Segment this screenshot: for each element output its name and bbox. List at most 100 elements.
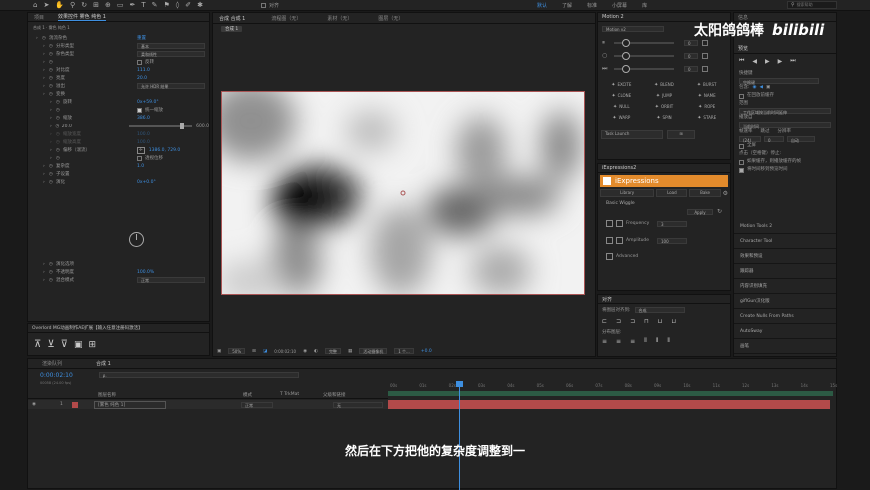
magnify-icon[interactable]: ▣	[217, 349, 221, 354]
tab-render-queue[interactable]: 渲染队列	[42, 360, 62, 367]
tab-comp1[interactable]: 合成 1	[96, 360, 111, 367]
stopwatch-icon[interactable]: ◷	[49, 68, 56, 73]
motion-slider-track[interactable]	[614, 64, 674, 73]
motion-jump-button[interactable]: ✦ JUMP	[644, 90, 685, 101]
effect-property-row[interactable]: › ◷ 湍流杂色 重置	[32, 34, 209, 42]
frequency-input[interactable]: 3	[657, 220, 687, 227]
frequency-keyframe-icon[interactable]	[606, 220, 613, 227]
distribute-right-icon[interactable]: ⦀	[667, 337, 670, 345]
resolution-select[interactable]: 自动	[787, 136, 815, 143]
stopwatch-icon[interactable]: ◷	[49, 84, 56, 89]
work-area-bar[interactable]	[388, 391, 833, 396]
iexp-settings-icon[interactable]: ⚙	[723, 190, 728, 197]
motion-null-button[interactable]: ✦ NULL	[601, 101, 642, 112]
effect-property-row[interactable]: › ◷ 缩放高度 100.0	[32, 138, 209, 146]
stopwatch-icon[interactable]: ◷	[49, 172, 56, 177]
panel-item[interactable]: 跟踪器	[734, 264, 836, 279]
preset-select[interactable]: Motion v2	[602, 26, 664, 32]
motion-slider-value[interactable]: 0	[684, 52, 698, 59]
property-checkbox[interactable]	[137, 59, 142, 65]
iexp-tab[interactable]: iExpressions2	[602, 165, 636, 171]
playhead[interactable]	[456, 381, 464, 490]
stopwatch-icon[interactable]: ◷	[56, 140, 63, 145]
zoom-tool-icon[interactable]: ⚲	[70, 1, 75, 9]
apply-button[interactable]: Apply	[686, 208, 713, 215]
zoom-select[interactable]: 50%	[228, 348, 246, 354]
first-frame-icon[interactable]: ⏮	[739, 57, 744, 65]
property-value[interactable]: 386.0	[137, 116, 150, 121]
align-right-icon[interactable]: ⊐	[630, 318, 635, 325]
motion-slider-value[interactable]: 0	[684, 39, 698, 46]
panel-item[interactable]: Character Tool	[734, 234, 836, 249]
stopwatch-icon[interactable]: ◷	[49, 278, 56, 283]
motion-spin-button[interactable]: ✦ SPIN	[644, 112, 685, 123]
motion-warp-button[interactable]: ✦ WARP	[601, 112, 642, 123]
rectangle-tool-icon[interactable]: ▭	[117, 1, 124, 9]
refresh-icon[interactable]: ↻	[717, 208, 722, 215]
stopwatch-icon[interactable]: ◷	[42, 36, 49, 41]
panel-item[interactable]: Create Nulls From Paths	[734, 309, 836, 324]
advanced-label[interactable]: Advanced	[616, 254, 638, 259]
property-value[interactable]: 重置	[137, 35, 146, 41]
comp-subtab[interactable]: 合成 1	[221, 25, 243, 32]
panel-item[interactable]: AutoSway	[734, 324, 836, 339]
hand-tool-icon[interactable]: ✋	[55, 1, 64, 9]
workspace-tab[interactable]: 默认	[537, 2, 547, 9]
last-frame-icon[interactable]: ⏭	[790, 57, 795, 65]
motion-slider-value[interactable]: 0	[684, 65, 698, 72]
panel-item[interactable]: giflGun汉化版	[734, 294, 836, 309]
stopwatch-icon[interactable]: ◷	[56, 100, 63, 105]
visibility-icon[interactable]: ◉	[32, 402, 36, 407]
puppet-tool-icon[interactable]: ✱	[197, 1, 203, 9]
effect-property-row[interactable]: › ◷ 混合模式 正常	[32, 276, 208, 284]
home-icon[interactable]: ⌂	[33, 1, 37, 9]
comp-tab[interactable]: 素材（无）	[327, 15, 352, 22]
comp-tab[interactable]: 图层（无）	[378, 15, 403, 22]
audio-toggle-icon[interactable]: ◀	[759, 84, 762, 92]
property-value[interactable]: 20.0	[137, 76, 147, 81]
align-top-edge-icon[interactable]: ⊓	[644, 318, 649, 325]
cache-checkbox[interactable]	[739, 93, 744, 99]
advanced-toggle-icon[interactable]	[606, 253, 613, 260]
distribute-bottom-icon[interactable]: ≡	[630, 338, 635, 345]
clone-stamp-icon[interactable]: ⚑	[163, 1, 169, 9]
property-value[interactable]: 100.0	[137, 140, 150, 145]
effect-property-row[interactable]: › ◷ 复杂度 1.0	[32, 162, 209, 170]
layer-duration-bar[interactable]	[388, 400, 830, 409]
property-checkbox[interactable]	[137, 107, 142, 113]
evolution-dial[interactable]	[129, 232, 144, 247]
comp-viewer[interactable]	[221, 91, 585, 295]
effect-property-row[interactable]: › ◷ 缩放宽度 100.0	[32, 130, 209, 138]
stopwatch-icon[interactable]: ◷	[49, 76, 56, 81]
motion-rope-button[interactable]: ✦ ROPE	[686, 101, 727, 112]
timeline-timecode[interactable]: 0:00:02:10	[40, 372, 73, 379]
motion-slider-reset-icon[interactable]	[702, 65, 708, 72]
motion-burst-button[interactable]: ✦ BURST	[686, 79, 727, 90]
stopwatch-icon[interactable]: ◷	[56, 108, 63, 113]
property-value[interactable]: 0x+59.0°	[137, 100, 159, 105]
comp-tab[interactable]: 流程图（无）	[271, 15, 301, 22]
motion-name-button[interactable]: ✦ NAME	[686, 90, 727, 101]
panel-item[interactable]: Motion Tools 2	[734, 219, 836, 234]
add-icon[interactable]: ⊞	[89, 340, 97, 350]
workspace-tab[interactable]: 小屏幕	[612, 2, 627, 9]
motion-orbit-button[interactable]: ✦ ORBIT	[644, 101, 685, 112]
effect-property-row[interactable]: › ◷ 20.0 600.0	[32, 122, 209, 130]
property-select[interactable]: 柔和线性	[137, 51, 205, 57]
motion-excite-button[interactable]: ✦ EXCITE	[601, 79, 642, 90]
effect-property-row[interactable]: › ◷ 对比度 111.0	[32, 66, 209, 74]
workspace-tab[interactable]: 了解	[562, 2, 572, 9]
slider-knob[interactable]	[180, 123, 185, 129]
camera-icon[interactable]: ▣	[74, 340, 83, 350]
panel-item[interactable]: 内容识别填充	[734, 279, 836, 294]
motion-slider-track[interactable]	[614, 38, 674, 47]
stopwatch-icon[interactable]: ◷	[56, 132, 63, 137]
layer-color-swatch[interactable]	[72, 401, 78, 408]
playhead-handle[interactable]	[456, 381, 464, 387]
stopwatch-icon[interactable]: ◷	[49, 180, 56, 185]
motion-slider-reset-icon[interactable]	[702, 39, 708, 46]
effect-property-row[interactable]: › ◷ 演化 0x+0.0°	[32, 178, 209, 186]
effect-property-row[interactable]: › ◷ 不透明度 100.0%	[32, 268, 208, 276]
frequency-link-icon[interactable]	[616, 220, 623, 227]
effect-property-row[interactable]: › ◷ 变换	[32, 90, 209, 98]
